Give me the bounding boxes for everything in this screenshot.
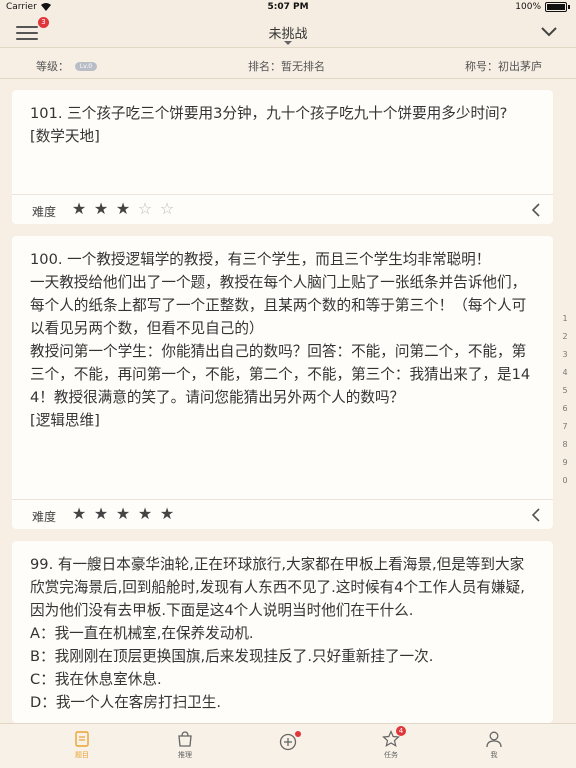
index-item[interactable]: 4 — [560, 368, 570, 386]
tasks-badge: 4 — [396, 726, 406, 736]
nav-bar: 3 未挑战 — [0, 16, 576, 48]
question-card[interactable]: 99. 有一艘日本豪华油轮,正在环球旅行,大家都在甲板上看海景,但是等到大家欣赏… — [12, 541, 553, 723]
question-card[interactable]: 100. 一个教授逻辑学的教授，有三个学生，而且三个学生均非常聪明！ 一天教授给… — [12, 236, 553, 529]
index-item[interactable]: 2 — [560, 332, 570, 350]
user-icon — [485, 730, 503, 748]
star-empty-icon: ☆ — [137, 199, 153, 218]
difficulty-stars: ★ ★ ★ ☆ ☆ — [70, 200, 176, 218]
star-filled-icon: ★ — [115, 199, 131, 218]
chevron-left-icon[interactable] — [531, 508, 541, 522]
star-empty-icon: ☆ — [159, 199, 175, 218]
level-label: 等级： — [36, 60, 69, 73]
difficulty-label: 难度 — [32, 510, 57, 524]
info-row: 等级： Lv.0 排名：暂无排名 称号：初出茅庐 — [0, 49, 576, 79]
battery-tip — [568, 5, 570, 9]
index-item[interactable]: 9 — [560, 458, 570, 476]
tab-tasks[interactable]: 4 任务 — [361, 726, 421, 766]
star-filled-icon: ★ — [71, 504, 87, 523]
level-badge: Lv.0 — [75, 61, 97, 71]
index-item[interactable]: 5 — [560, 386, 570, 404]
star-filled-icon: ★ — [115, 504, 131, 523]
star-filled-icon: ★ — [159, 504, 175, 523]
question-line: B：我刚刚在顶层更换国旗,后来发现挂反了.只好重新挂了一次. — [30, 648, 434, 665]
chevron-down-icon[interactable] — [540, 24, 558, 40]
status-bar: Carrier 5:07 PM 100% — [0, 0, 576, 16]
bag-icon — [176, 730, 194, 748]
index-item[interactable]: 0 — [560, 476, 570, 494]
card-footer: 难度 ★ ★ ★ ☆ ☆ — [12, 194, 553, 224]
nickname-text: 称号：初出茅庐 — [465, 60, 542, 73]
tab-label: 推理 — [178, 751, 192, 759]
chevron-left-icon[interactable] — [531, 203, 541, 217]
star-filled-icon: ★ — [93, 504, 109, 523]
status-time: 5:07 PM — [267, 2, 309, 12]
tab-add[interactable] — [258, 730, 318, 766]
question-category: [逻辑思维] — [30, 412, 100, 429]
question-line: 101. 三个孩子吃三个饼要用3分钟，九十个孩子吃九十个饼要用多少时间? — [30, 105, 508, 122]
level-group: 等级： Lv.0 — [36, 58, 97, 74]
battery-icon — [545, 2, 567, 12]
star-filled-icon: ★ — [93, 199, 109, 218]
status-right: 100% — [515, 2, 570, 12]
difficulty-stars: ★ ★ ★ ★ ★ — [70, 505, 176, 523]
star-icon: 4 — [382, 726, 406, 748]
question-line: 一天教授给他们出了一个题，教授在每个人脑门上贴了一张纸条并告诉他们，每个人的纸条… — [30, 274, 527, 337]
tab-label: 题目 — [75, 751, 89, 759]
question-line: C：我在休息室休息. — [30, 671, 162, 688]
page-title[interactable]: 未挑战 — [0, 23, 576, 42]
tab-reasoning[interactable]: 推理 — [155, 730, 215, 766]
card-footer: 难度 ★ ★ ★ ★ ★ — [12, 499, 553, 529]
question-line: 100. 一个教授逻辑学的教授，有三个学生，而且三个学生均非常聪明！ — [30, 251, 491, 268]
question-line: 99. 有一艘日本豪华油轮,正在环球旅行,大家都在甲板上看海景,但是等到大家欣赏… — [30, 556, 525, 619]
battery-percent: 100% — [515, 2, 541, 12]
question-card[interactable]: 101. 三个孩子吃三个饼要用3分钟，九十个孩子吃九十个饼要用多少时间? [数学… — [12, 90, 553, 224]
tab-me[interactable]: 我 — [464, 730, 524, 766]
difficulty-label: 难度 — [32, 205, 57, 219]
index-item[interactable]: 6 — [560, 404, 570, 422]
question-category: [数学天地] — [30, 128, 100, 145]
index-item[interactable]: 1 — [560, 314, 570, 332]
tab-label: 任务 — [384, 751, 398, 759]
rank-text: 排名：暂无排名 — [248, 60, 325, 73]
question-text: 100. 一个教授逻辑学的教授，有三个学生，而且三个学生均非常聪明！ 一天教授给… — [12, 236, 553, 432]
question-text: 101. 三个孩子吃三个饼要用3分钟，九十个孩子吃九十个饼要用多少时间? [数学… — [12, 90, 553, 148]
question-text: 99. 有一艘日本豪华油轮,正在环球旅行,大家都在甲板上看海景,但是等到大家欣赏… — [12, 541, 553, 714]
tab-bar: 题目 推理 4 任务 我 — [0, 723, 576, 768]
question-line: 教授问第一个学生：你能猜出自己的数吗？回答：不能，问第二个，不能，第三个，不能，… — [30, 343, 531, 406]
add-circle-icon — [279, 731, 301, 751]
notification-dot — [295, 731, 301, 737]
index-item[interactable]: 8 — [560, 440, 570, 458]
title-dropdown-icon[interactable] — [284, 41, 292, 45]
star-filled-icon: ★ — [137, 504, 153, 523]
question-line: D：我一个人在客房打扫卫生. — [30, 694, 222, 711]
tab-label: 我 — [490, 751, 498, 759]
index-item[interactable]: 3 — [560, 350, 570, 368]
index-scrubber[interactable]: 1 2 3 4 5 6 7 8 9 0 — [560, 314, 570, 494]
tab-questions[interactable]: 题目 — [52, 730, 112, 766]
index-item[interactable]: 7 — [560, 422, 570, 440]
star-filled-icon: ★ — [71, 199, 87, 218]
question-line: A：我一直在机械室,在保养发动机. — [30, 625, 254, 642]
document-icon — [73, 730, 91, 748]
